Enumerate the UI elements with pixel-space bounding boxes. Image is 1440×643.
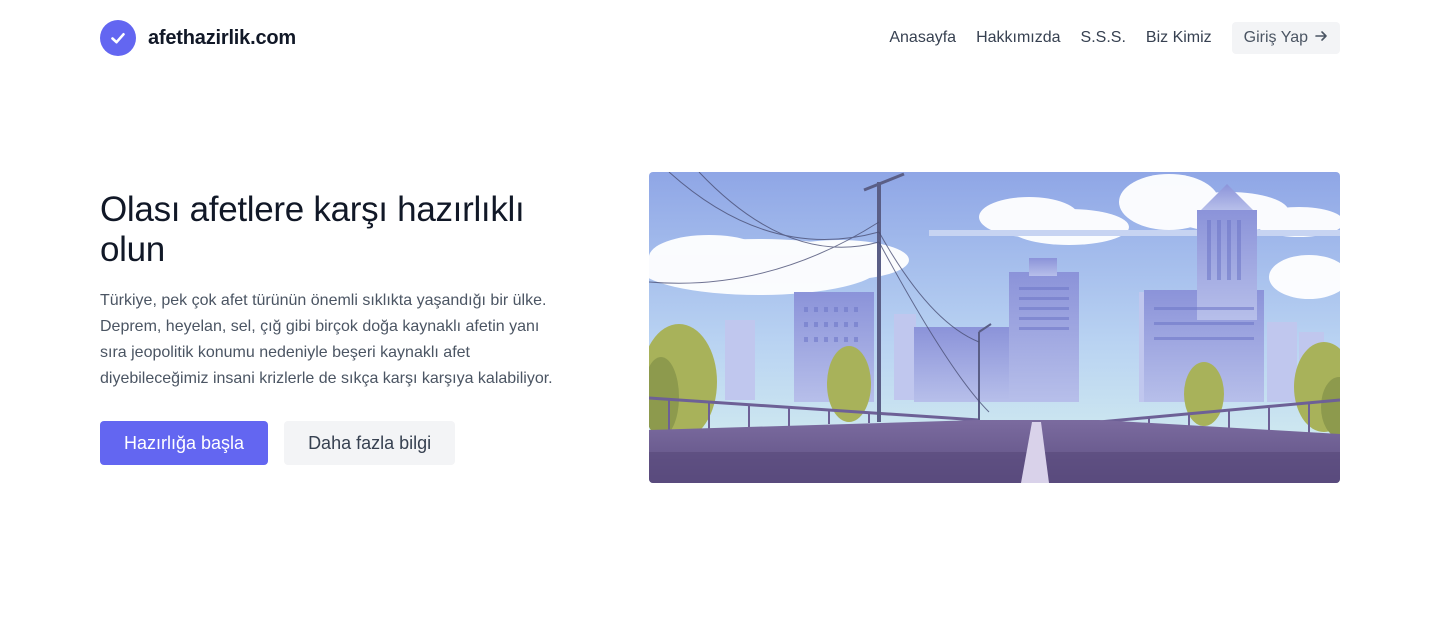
hero-description: Türkiye, pek çok afet türünün önemli sık… — [100, 292, 553, 387]
login-button[interactable]: Giriş Yap — [1231, 22, 1340, 54]
hero-city-illustration — [649, 172, 1340, 483]
brand-logo-link[interactable]: afethazirlik.com — [100, 20, 296, 56]
hero-title: Olası afetlere karşı hazırlıklı olun — [100, 190, 525, 269]
nav-link-anasayfa[interactable]: Anasayfa — [889, 29, 956, 47]
site-header: afethazirlik.com Anasayfa Hakkımızda S.S… — [100, 20, 1340, 56]
nav-link-sss[interactable]: S.S.S. — [1081, 29, 1126, 47]
brand-name: afethazirlik.com — [148, 26, 296, 49]
start-preparation-button[interactable]: Hazırlığa başla — [100, 421, 269, 465]
arrow-right-icon — [1314, 29, 1328, 48]
nav-link-hakkimizda[interactable]: Hakkımızda — [976, 29, 1060, 47]
hero-text: Olası afetlere karşı hazırlıklı olun Tür… — [100, 190, 570, 392]
check-icon — [100, 20, 136, 56]
more-info-button[interactable]: Daha fazla bilgi — [284, 421, 456, 465]
main-nav: Anasayfa Hakkımızda S.S.S. Biz Kimiz Gir… — [889, 22, 1340, 54]
login-button-label: Giriş Yap — [1243, 29, 1308, 46]
nav-link-biz-kimiz[interactable]: Biz Kimiz — [1146, 29, 1212, 47]
hero-actions: Hazırlığa başla Daha fazla bilgi — [100, 421, 456, 465]
